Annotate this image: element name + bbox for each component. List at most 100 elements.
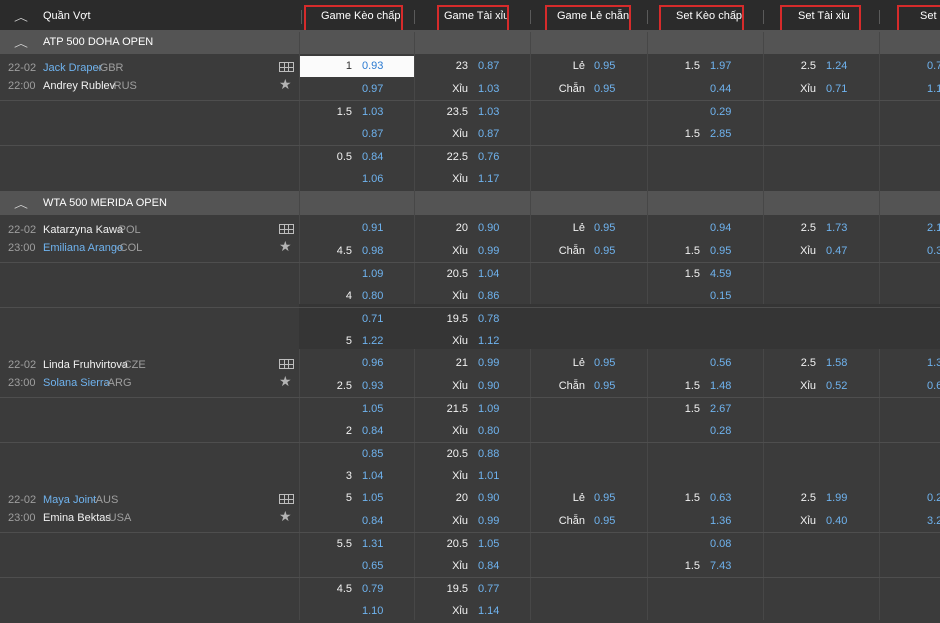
odds-value[interactable]: 0.94 [710, 222, 731, 234]
odds-value[interactable]: 0.40 [826, 515, 847, 527]
odds-value[interactable]: 0.84 [362, 425, 383, 437]
odds-value[interactable]: 0.95 [594, 83, 615, 95]
odds-value[interactable]: 0.3 [927, 245, 940, 257]
odds-value[interactable]: 3.2 [927, 515, 940, 527]
odds-value[interactable]: 1.14 [478, 605, 499, 617]
odds-value[interactable]: 1.24 [826, 60, 847, 72]
odds-value[interactable]: 1.10 [362, 605, 383, 617]
odds-value[interactable]: 1.3 [927, 357, 940, 369]
collapse-chevron-icon[interactable]: ︿ [14, 35, 28, 50]
odds-value[interactable]: 0.80 [478, 425, 499, 437]
odds-value[interactable]: 0.78 [478, 313, 499, 325]
odds-value[interactable]: 0.87 [362, 128, 383, 140]
odds-value[interactable]: 1.31 [362, 538, 383, 550]
odds-value[interactable]: 0.08 [710, 538, 731, 550]
odds-value[interactable]: 0.71 [826, 83, 847, 95]
odds-value[interactable]: 1.03 [362, 106, 383, 118]
odds-value[interactable]: 1.09 [362, 268, 383, 280]
odds-value[interactable]: 0.90 [478, 222, 499, 234]
odds-value[interactable]: 0.95 [594, 60, 615, 72]
odds-value[interactable]: 0.88 [478, 448, 499, 460]
odds-value[interactable]: 0.93 [362, 380, 383, 392]
odds-value[interactable]: 1.99 [826, 492, 847, 504]
odds-value[interactable]: 0.47 [826, 245, 847, 257]
odds-value[interactable]: 0.99 [478, 515, 499, 527]
odds-line: Xỉu [452, 514, 468, 527]
odds-value[interactable]: 0.56 [710, 357, 731, 369]
odds-value[interactable]: 0.2 [927, 492, 940, 504]
odds-value[interactable]: 0.95 [594, 380, 615, 392]
odds-value[interactable]: 1.06 [362, 173, 383, 185]
odds-value[interactable]: 0.95 [594, 222, 615, 234]
odds-line: 5 [345, 335, 352, 347]
odds-value[interactable]: 7.43 [710, 560, 731, 572]
odds-value[interactable]: 1.09 [478, 403, 499, 415]
odds-value[interactable]: 1.36 [710, 515, 731, 527]
odds-value[interactable]: 0.52 [826, 380, 847, 392]
odds-value[interactable]: 0.91 [362, 222, 383, 234]
odds-value[interactable]: 0.77 [478, 583, 499, 595]
odds-value[interactable]: 0.87 [478, 60, 499, 72]
odds-row: 4.5 0.98 Xỉu 0.99 Chẵn 0.95 1.5 0.95 Xỉu 0.47 0.3 [0, 240, 940, 263]
odds-value[interactable]: 1.12 [478, 335, 499, 347]
odds-value[interactable]: 1.05 [362, 492, 383, 504]
odds-value[interactable]: 2.1 [927, 222, 940, 234]
odds-value[interactable]: 1.17 [478, 173, 499, 185]
league-header-wta-merida[interactable]: ︿ WTA 500 MERIDA OPEN [0, 191, 940, 215]
odds-value[interactable]: 0.95 [594, 492, 615, 504]
odds-value[interactable]: 1.1 [927, 83, 940, 95]
odds-value[interactable]: 0.95 [710, 245, 731, 257]
collapse-chevron-icon[interactable]: ︿ [14, 196, 28, 211]
odds-value[interactable]: 1.73 [826, 222, 847, 234]
odds-value[interactable]: 1.97 [710, 60, 731, 72]
odds-value[interactable]: 2.67 [710, 403, 731, 415]
odds-value[interactable]: 0.98 [362, 245, 383, 257]
odds-value[interactable]: 0.95 [594, 357, 615, 369]
odds-line: 1.5 [684, 379, 700, 392]
odds-value[interactable]: 0.99 [478, 357, 499, 369]
odds-value[interactable]: 0.86 [478, 290, 499, 302]
odds-value[interactable]: 0.84 [362, 515, 383, 527]
odds-value[interactable]: 0.65 [362, 560, 383, 572]
odds-value[interactable]: 0.28 [710, 425, 731, 437]
odds-value[interactable]: 0.97 [362, 83, 383, 95]
odds-value[interactable]: 1.22 [362, 335, 383, 347]
odds-value[interactable]: 1.48 [710, 380, 731, 392]
odds-value[interactable]: 1.03 [478, 106, 499, 118]
odds-value[interactable]: 1.03 [478, 83, 499, 95]
odds-value[interactable]: 0.7 [927, 60, 940, 72]
odds-value[interactable]: 1.58 [826, 357, 847, 369]
odds-value[interactable]: 1.01 [478, 470, 499, 482]
odds-value[interactable]: 1.05 [478, 538, 499, 550]
odds-value[interactable]: 0.87 [478, 128, 499, 140]
odds-line: 3 [345, 470, 352, 482]
odds-value[interactable]: 0.95 [594, 515, 615, 527]
odds-value[interactable]: 2.85 [710, 128, 731, 140]
odds-value[interactable]: 4.59 [710, 268, 731, 280]
odds-value[interactable]: 0.84 [478, 560, 499, 572]
odds-value[interactable]: 0.99 [478, 245, 499, 257]
odds-value[interactable]: 0.80 [362, 290, 383, 302]
odds-value[interactable]: 0.76 [478, 151, 499, 163]
league-header-atp-doha[interactable]: ︿ ATP 500 DOHA OPEN [0, 30, 940, 54]
odds-value[interactable]: 0.84 [362, 151, 383, 163]
collapse-all-chevron-icon[interactable]: ︿ [14, 9, 28, 24]
odds-value[interactable]: 0.85 [362, 448, 383, 460]
odds-value[interactable]: 0.96 [362, 357, 383, 369]
odds-value[interactable]: 0.29 [710, 106, 731, 118]
odds-value[interactable]: 1.04 [478, 268, 499, 280]
odds-value[interactable]: 1.04 [362, 470, 383, 482]
odds-value[interactable]: 0.6 [927, 380, 940, 392]
odds-row: 0.65 Xỉu 0.84 1.5 7.43 [0, 555, 940, 578]
odds-value[interactable]: 1.05 [362, 403, 383, 415]
odds-value[interactable]: 0.44 [710, 83, 731, 95]
odds-value[interactable]: 0.90 [478, 492, 499, 504]
odds-row: 0.5 0.84 22.5 0.76 [0, 145, 940, 168]
odds-value[interactable]: 0.93 [362, 60, 383, 72]
odds-value[interactable]: 0.79 [362, 583, 383, 595]
odds-value[interactable]: 0.90 [478, 380, 499, 392]
odds-value[interactable]: 0.95 [594, 245, 615, 257]
odds-value[interactable]: 0.15 [710, 290, 731, 302]
odds-value[interactable]: 0.63 [710, 492, 731, 504]
odds-value[interactable]: 0.71 [362, 313, 383, 325]
